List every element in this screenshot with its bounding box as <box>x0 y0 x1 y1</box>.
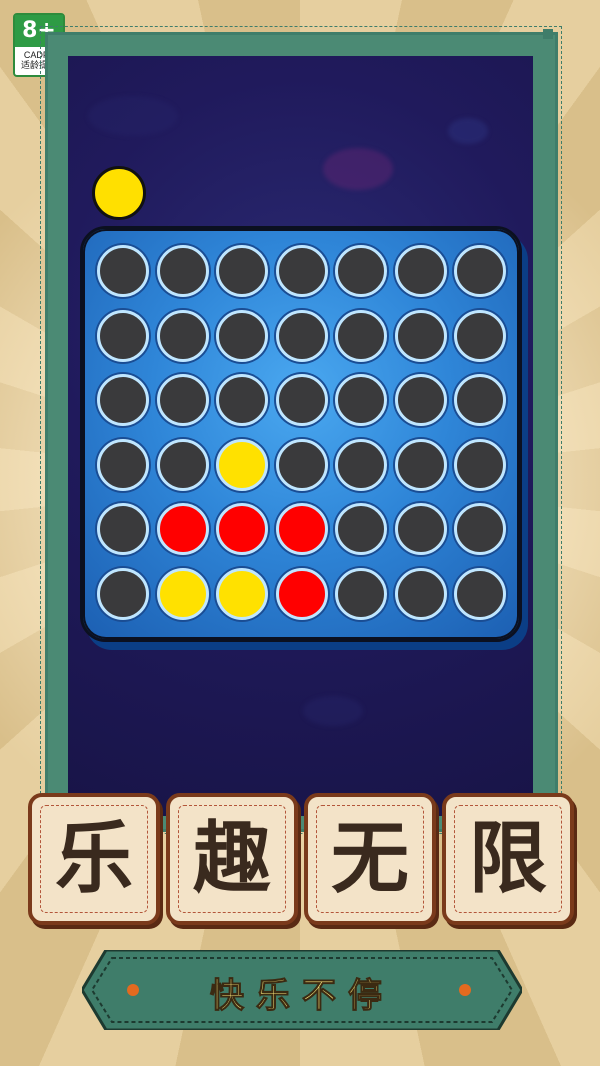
title-tile-1: 乐 <box>28 793 160 925</box>
board-cell-r5-c2-red[interactable] <box>156 503 209 555</box>
title-tile-3: 无 <box>304 793 436 925</box>
board-cell-r6-c5-empty[interactable] <box>335 567 387 620</box>
bg-blob <box>303 696 363 726</box>
board-cell-r3-c3-empty[interactable] <box>216 374 268 426</box>
board-cell-r3-c1-empty[interactable] <box>97 374 149 426</box>
board-cell-r6-c3-yellow[interactable] <box>216 567 268 620</box>
board-cell-r1-c7-empty[interactable] <box>454 245 506 297</box>
bg-blob <box>448 118 488 144</box>
title-tile-2: 趣 <box>166 793 298 925</box>
title-glyph: 无 <box>330 813 409 904</box>
board-cell-r2-c1-empty[interactable] <box>97 309 149 362</box>
banner-dot <box>459 984 471 996</box>
board-cell-r4-c1-empty[interactable] <box>97 438 149 491</box>
board-cell-r4-c4-empty[interactable] <box>275 438 328 491</box>
board-cell-r3-c5-empty[interactable] <box>335 374 387 426</box>
title-glyph: 趣 <box>192 813 271 904</box>
board-cell-r2-c5-empty[interactable] <box>335 309 387 362</box>
board-cell-r1-c1-empty[interactable] <box>97 245 149 297</box>
board-cell-r6-c6-empty[interactable] <box>394 567 447 620</box>
board-cell-r2-c6-empty[interactable] <box>394 309 447 362</box>
board-cell-r4-c3-yellow[interactable] <box>216 438 268 491</box>
board-cell-r2-c4-empty[interactable] <box>275 309 328 362</box>
bg-blob <box>323 148 393 190</box>
board-cell-r2-c3-empty[interactable] <box>216 309 268 362</box>
title-tile-4: 限 <box>442 793 574 925</box>
banner-dot <box>127 984 139 996</box>
board-cell-r1-c4-empty[interactable] <box>275 245 328 297</box>
board-cell-r3-c2-empty[interactable] <box>156 374 209 426</box>
board-cell-r2-c2-empty[interactable] <box>156 309 209 362</box>
board-cell-r5-c5-empty[interactable] <box>335 503 387 555</box>
frame-corner <box>543 29 553 39</box>
board-cell-r3-c6-empty[interactable] <box>394 374 447 426</box>
board-cell-r5-c6-empty[interactable] <box>394 503 447 555</box>
board-cell-r6-c1-empty[interactable] <box>97 567 149 620</box>
board-cell-r3-c7-empty[interactable] <box>454 374 506 426</box>
board-cell-r4-c2-empty[interactable] <box>156 438 209 491</box>
board-cell-r6-c2-yellow[interactable] <box>156 567 209 620</box>
title-glyph: 乐 <box>54 813 133 904</box>
board-cell-r4-c6-empty[interactable] <box>394 438 447 491</box>
board-cell-r1-c5-empty[interactable] <box>335 245 387 297</box>
board-cell-r3-c4-empty[interactable] <box>275 374 328 426</box>
tagline-text: 快乐不停 <box>210 976 394 1017</box>
board-cell-r1-c2-empty[interactable] <box>156 245 209 297</box>
board-cell-r1-c3-empty[interactable] <box>216 245 268 297</box>
next-piece-yellow[interactable] <box>92 166 146 220</box>
board-cell-r1-c6-empty[interactable] <box>394 245 447 297</box>
board-cell-r6-c4-red[interactable] <box>275 567 328 620</box>
connect-four-board[interactable] <box>80 226 522 642</box>
title-glyph: 限 <box>468 813 547 904</box>
board-cell-r4-c7-empty[interactable] <box>454 438 506 491</box>
board-cell-r5-c3-red[interactable] <box>216 503 268 555</box>
tagline-wrap: 快乐不停 <box>82 950 522 1030</box>
board-cell-r5-c4-red[interactable] <box>275 503 328 555</box>
board-cell-r5-c7-empty[interactable] <box>454 503 506 555</box>
board-cell-r4-c5-empty[interactable] <box>335 438 387 491</box>
bg-blob <box>88 96 178 136</box>
board-cell-r2-c7-empty[interactable] <box>454 309 506 362</box>
board-cell-r6-c7-empty[interactable] <box>454 567 506 620</box>
board-cell-r5-c1-empty[interactable] <box>97 503 149 555</box>
